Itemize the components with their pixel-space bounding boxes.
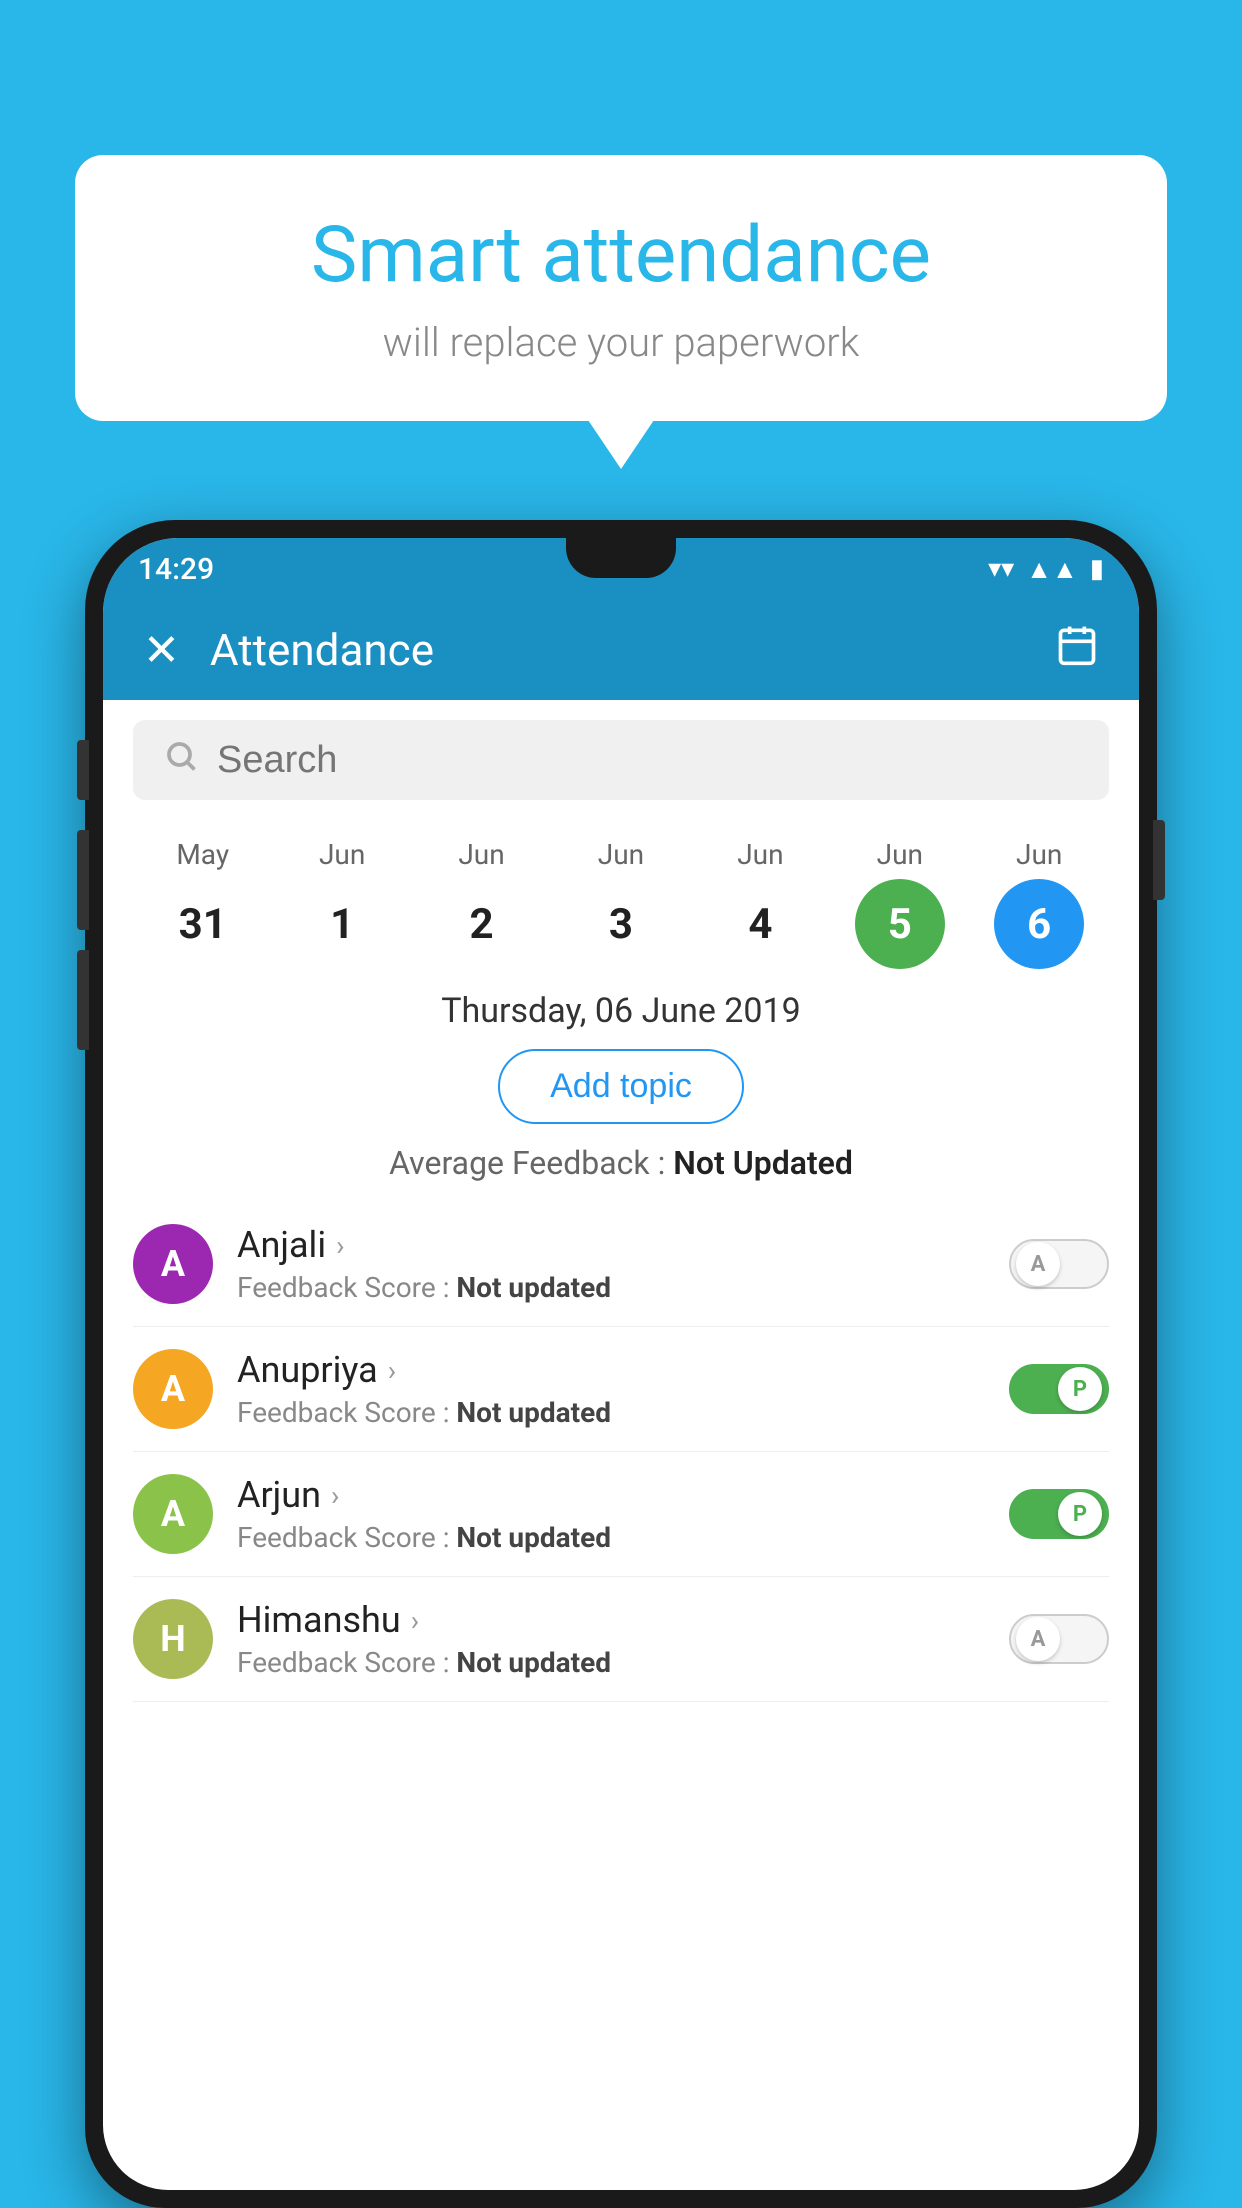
student-info: Anupriya › Feedback Score : Not updated — [237, 1349, 1009, 1429]
calendar-icon[interactable] — [1055, 623, 1099, 677]
app-bar-title: Attendance — [210, 624, 1055, 676]
phone-notch — [566, 538, 676, 578]
student-info: Anjali › Feedback Score : Not updated — [237, 1224, 1009, 1304]
speech-bubble-title: Smart attendance — [135, 210, 1107, 301]
average-feedback-value: Not Updated — [673, 1144, 853, 1182]
power-button — [1153, 820, 1165, 900]
student-item[interactable]: H Himanshu › Feedback Score : Not updatedA — [133, 1577, 1109, 1702]
calendar-day[interactable]: Jun 5 — [840, 838, 960, 969]
search-bar[interactable] — [133, 720, 1109, 800]
status-bar: 14:29 ▾▾ ▲▲ ▮ — [103, 538, 1139, 600]
chevron-right-icon: › — [388, 1354, 396, 1387]
student-feedback: Feedback Score : Not updated — [237, 1521, 1009, 1554]
student-feedback: Feedback Score : Not updated — [237, 1646, 1009, 1679]
calendar-day[interactable]: Jun 6 — [979, 838, 1099, 969]
student-item[interactable]: AAnjali ›Feedback Score : Not updatedA — [133, 1202, 1109, 1327]
chevron-right-icon: › — [331, 1479, 339, 1512]
volume-down-button — [77, 950, 89, 1050]
toggle-thumb: P — [1058, 1367, 1102, 1411]
volume-silent-button — [77, 740, 89, 800]
calendar-date[interactable]: 5 — [855, 879, 945, 969]
calendar-day[interactable]: Jun 1 — [282, 838, 402, 969]
toggle-thumb: A — [1016, 1242, 1060, 1286]
calendar-date[interactable]: 4 — [715, 879, 805, 969]
average-feedback: Average Feedback : Not Updated — [103, 1144, 1139, 1182]
calendar-date[interactable]: 3 — [576, 879, 666, 969]
attendance-toggle[interactable]: A — [1009, 1239, 1109, 1289]
calendar-strip: May 31 Jun 1 Jun 2 Jun 3 Jun 4 Jun 5 Jun 6 — [103, 820, 1139, 969]
speech-bubble: Smart attendance will replace your paper… — [75, 155, 1167, 421]
student-item[interactable]: A Arjun › Feedback Score : Not updated P — [133, 1452, 1109, 1577]
calendar-day[interactable]: May 31 — [143, 838, 263, 969]
student-info: Himanshu › Feedback Score : Not updated — [237, 1599, 1009, 1679]
calendar-day[interactable]: Jun 3 — [561, 838, 681, 969]
toggle-thumb: A — [1016, 1617, 1060, 1661]
calendar-date[interactable]: 2 — [437, 879, 527, 969]
student-feedback: Feedback Score : Not updated — [237, 1271, 1009, 1304]
student-info: Arjun › Feedback Score : Not updated — [237, 1474, 1009, 1554]
calendar-date[interactable]: 1 — [297, 879, 387, 969]
chevron-right-icon: › — [411, 1604, 419, 1637]
chevron-right-icon: › — [336, 1229, 344, 1262]
wifi-icon: ▾▾ — [988, 554, 1014, 584]
close-button[interactable]: ✕ — [143, 624, 180, 676]
selected-date-label: Thursday, 06 June 2019 — [103, 991, 1139, 1031]
search-input[interactable] — [217, 739, 1079, 782]
toggle-thumb: P — [1058, 1492, 1102, 1536]
calendar-month: Jun — [598, 838, 644, 871]
student-list: AAnjali ›Feedback Score : Not updatedAAA… — [103, 1202, 1139, 1702]
speech-bubble-subtitle: will replace your paperwork — [135, 319, 1107, 366]
calendar-month: Jun — [458, 838, 504, 871]
average-feedback-label: Average Feedback : — [389, 1144, 665, 1182]
status-icons: ▾▾ ▲▲ ▮ — [988, 554, 1104, 585]
calendar-month: May — [176, 838, 229, 871]
calendar-day[interactable]: Jun 4 — [700, 838, 820, 969]
battery-icon: ▮ — [1090, 554, 1104, 584]
student-name[interactable]: Arjun › — [237, 1474, 1009, 1516]
speech-bubble-container: Smart attendance will replace your paper… — [75, 155, 1167, 421]
calendar-month: Jun — [319, 838, 365, 871]
calendar-month: Jun — [1016, 838, 1062, 871]
student-name[interactable]: Himanshu › — [237, 1599, 1009, 1641]
search-icon — [163, 738, 199, 783]
student-name[interactable]: Anupriya › — [237, 1349, 1009, 1391]
attendance-toggle[interactable]: P — [1009, 1489, 1109, 1539]
calendar-date[interactable]: 6 — [994, 879, 1084, 969]
avatar: H — [133, 1599, 213, 1679]
student-name[interactable]: Anjali › — [237, 1224, 1009, 1266]
calendar-month: Jun — [737, 838, 783, 871]
phone-shell: 14:29 ▾▾ ▲▲ ▮ ✕ Attendance — [85, 520, 1157, 2208]
calendar-date[interactable]: 31 — [158, 879, 248, 969]
status-time: 14:29 — [138, 552, 214, 587]
add-topic-button[interactable]: Add topic — [498, 1049, 744, 1124]
signal-icon: ▲▲ — [1026, 554, 1077, 585]
calendar-day[interactable]: Jun 2 — [422, 838, 542, 969]
phone-screen: 14:29 ▾▾ ▲▲ ▮ ✕ Attendance — [103, 538, 1139, 2190]
avatar: A — [133, 1224, 213, 1304]
student-item[interactable]: A Anupriya › Feedback Score : Not updated P — [133, 1327, 1109, 1452]
avatar: A — [133, 1474, 213, 1554]
avatar: A — [133, 1349, 213, 1429]
app-bar: ✕ Attendance — [103, 600, 1139, 700]
attendance-toggle[interactable]: A — [1009, 1614, 1109, 1664]
volume-up-button — [77, 830, 89, 930]
student-feedback: Feedback Score : Not updated — [237, 1396, 1009, 1429]
calendar-month: Jun — [877, 838, 923, 871]
attendance-toggle[interactable]: P — [1009, 1364, 1109, 1414]
